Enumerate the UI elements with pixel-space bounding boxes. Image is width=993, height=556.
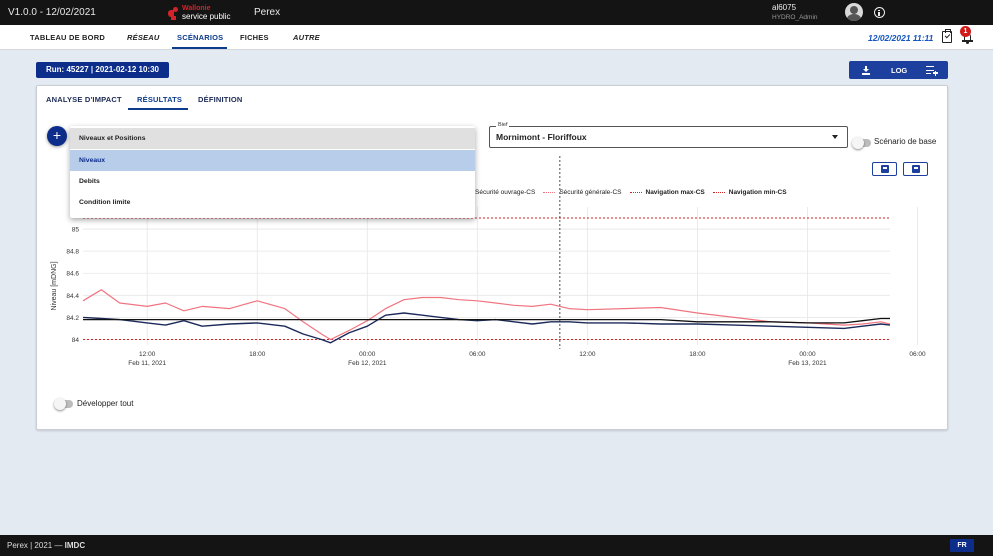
footer-brand: IMDC bbox=[64, 541, 86, 550]
file-export-icon bbox=[912, 165, 920, 173]
y-axis-label: Niveau [mDNG] bbox=[51, 261, 58, 310]
variable-dropdown-menu: Niveaux et Positions Niveaux Debits Cond… bbox=[70, 126, 475, 218]
footer: Perex | 2021 — IMDC FR bbox=[0, 535, 993, 556]
wallonie-rooster-icon bbox=[168, 6, 179, 20]
legend-label: Sécurité ouvrage-CS bbox=[475, 188, 536, 196]
top-bar: V1.0.0 - 12/02/2021 Wallonie service pub… bbox=[0, 0, 993, 25]
legend-item[interactable]: Navigation max-CS bbox=[629, 188, 705, 196]
task-check-icon[interactable] bbox=[942, 29, 952, 43]
developper-tout-label: Développer tout bbox=[77, 399, 134, 408]
playlist-add-icon[interactable] bbox=[926, 66, 938, 76]
y-tick-label: 85 bbox=[72, 227, 80, 234]
dropdown-option-condition-limite[interactable]: Condition limite bbox=[70, 192, 475, 213]
app-version: V1.0.0 - 12/02/2021 bbox=[8, 7, 96, 18]
developper-tout-toggle[interactable] bbox=[54, 398, 73, 410]
legend-swatch bbox=[629, 191, 642, 193]
y-tick-label: 84.6 bbox=[66, 271, 79, 278]
scenario-base-label: Scénario de base bbox=[874, 137, 937, 146]
bief-select-value: Mornimont - Floriffoux bbox=[496, 132, 587, 142]
x-tick-label: 12:00 bbox=[139, 351, 156, 358]
log-label: LOG bbox=[891, 66, 908, 75]
legend-label: Sécurité générale-CS bbox=[559, 188, 622, 196]
notification-badge: 1 bbox=[960, 26, 971, 37]
download-icon[interactable] bbox=[862, 66, 870, 75]
bief-select-label: Bief bbox=[496, 122, 510, 128]
logo-line-2: service public bbox=[182, 12, 231, 21]
dropdown-group-header: Niveaux et Positions bbox=[70, 128, 475, 149]
language-button[interactable]: FR bbox=[950, 539, 974, 552]
footer-text-prefix: Perex | 2021 — bbox=[7, 541, 65, 550]
dropdown-option-debits[interactable]: Debits bbox=[70, 171, 475, 192]
x-tick-date: Feb 12, 2021 bbox=[348, 360, 387, 367]
chart-legend: Sécurité ouvrage-CS Sécurité générale-CS N… bbox=[475, 187, 795, 197]
nav-tableau-de-bord[interactable]: TABLEAU DE BORD bbox=[30, 33, 105, 42]
nav-active-indicator bbox=[172, 47, 227, 49]
legend-label: Navigation max-CS bbox=[645, 188, 705, 196]
export-chart-button[interactable] bbox=[872, 162, 897, 176]
legend-swatch bbox=[712, 191, 725, 193]
add-button[interactable]: + bbox=[47, 126, 67, 146]
x-tick-date: Feb 13, 2021 bbox=[788, 360, 827, 367]
nav-scenarios[interactable]: SCÉNARIOS bbox=[177, 33, 223, 42]
info-icon[interactable] bbox=[874, 7, 885, 18]
dropdown-option-niveaux[interactable]: Niveaux bbox=[70, 150, 475, 171]
x-tick-label: 12:00 bbox=[579, 351, 596, 358]
x-tick-label: 00:00 bbox=[799, 351, 816, 358]
save-icon bbox=[881, 165, 889, 173]
export-data-button[interactable] bbox=[903, 162, 928, 176]
avatar[interactable] bbox=[845, 3, 863, 21]
run-chip[interactable]: Run: 45227 | 2021-02-12 10:30 bbox=[36, 62, 169, 78]
x-tick-label: 06:00 bbox=[469, 351, 486, 358]
legend-item[interactable]: Sécurité ouvrage-CS bbox=[475, 189, 535, 196]
legend-swatch bbox=[543, 191, 556, 193]
nav-fiches[interactable]: FICHES bbox=[240, 33, 269, 42]
current-datetime: 12/02/2021 11:11 bbox=[868, 33, 934, 43]
y-tick-label: 84 bbox=[72, 337, 80, 344]
bief-select[interactable]: Bief Mornimont - Floriffoux bbox=[489, 122, 848, 148]
chevron-down-icon[interactable] bbox=[832, 135, 838, 139]
user-name: al6075 bbox=[772, 3, 797, 12]
legend-item[interactable]: Navigation min-CS bbox=[712, 188, 787, 196]
footer-text: Perex | 2021 — IMDC bbox=[7, 541, 85, 550]
log-button[interactable]: LOG bbox=[849, 61, 948, 79]
wallonie-logo[interactable]: Wallonie service public bbox=[168, 4, 230, 22]
app-name: Perex bbox=[254, 7, 281, 18]
x-tick-label: 18:00 bbox=[689, 351, 706, 358]
results-card: ANALYSE D'IMPACT RÉSULTATS DÉFINITION 84… bbox=[36, 85, 948, 430]
series-line bbox=[82, 289, 891, 341]
legend-item[interactable]: Sécurité générale-CS bbox=[543, 188, 622, 196]
y-tick-label: 84.8 bbox=[66, 249, 79, 256]
legend-label: Navigation min-CS bbox=[728, 188, 787, 196]
scenario-base-toggle[interactable] bbox=[852, 137, 871, 149]
x-tick-date: Feb 11, 2021 bbox=[128, 360, 166, 367]
x-tick-label: 00:00 bbox=[359, 351, 376, 358]
nav-autre[interactable]: AUTRE bbox=[293, 33, 320, 42]
x-tick-label: 06:00 bbox=[909, 351, 926, 358]
user-role: HYDRO_Admin bbox=[772, 14, 818, 21]
nav-reseau[interactable]: RÉSEAU bbox=[127, 33, 159, 42]
main-nav: TABLEAU DE BORD RÉSEAU SCÉNARIOS FICHES … bbox=[0, 25, 993, 50]
x-tick-label: 18:00 bbox=[249, 351, 266, 358]
y-tick-label: 84.2 bbox=[66, 315, 79, 322]
y-tick-label: 84.4 bbox=[66, 293, 79, 300]
